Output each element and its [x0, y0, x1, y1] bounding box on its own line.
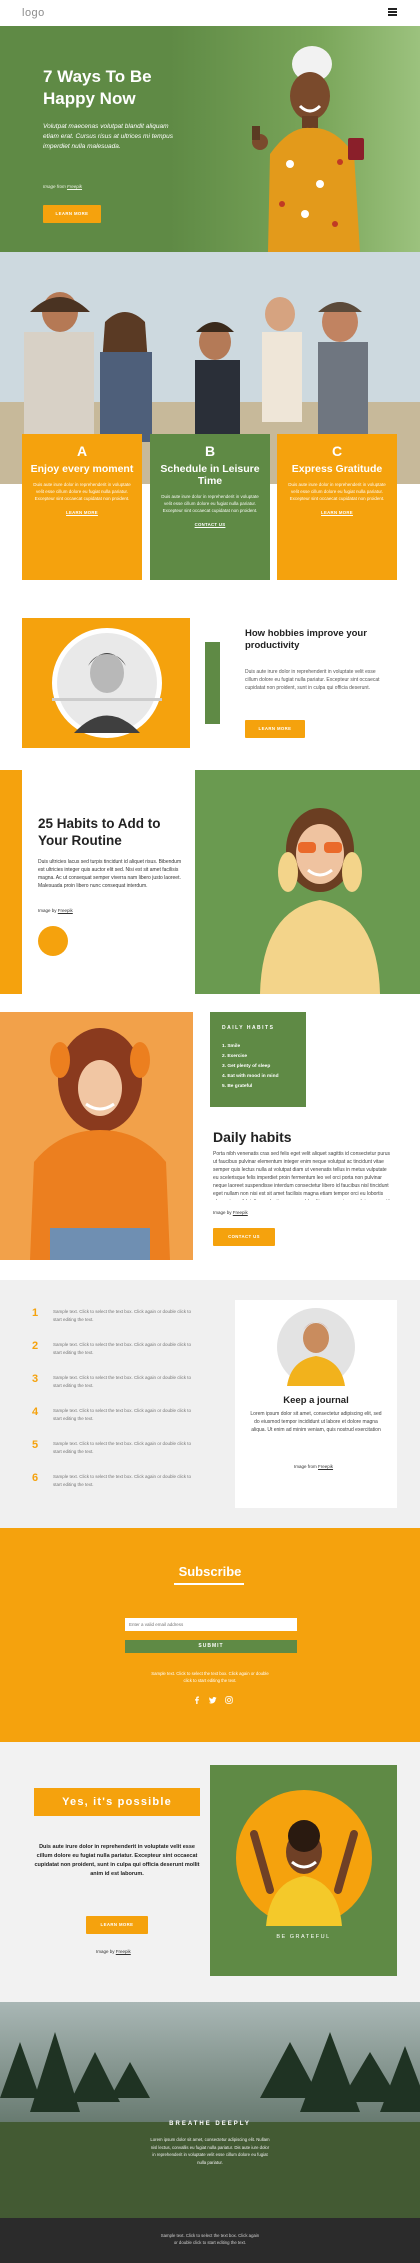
- journal-list-number: 3: [32, 1373, 39, 1385]
- card-link[interactable]: LEARN MORE: [22, 510, 142, 516]
- card-title: Enjoy every moment: [30, 462, 134, 475]
- possible-credit-prefix: Image by: [96, 1949, 116, 1954]
- subscribe-section: [0, 1528, 420, 1742]
- card-letter: B: [204, 443, 216, 459]
- journal-title: Keep a journal: [283, 1395, 349, 1406]
- daily-woman-image: [0, 1012, 193, 1260]
- card-text: Duis aute irure dolor in reprehenderit i…: [33, 481, 131, 501]
- submit-button[interactable]: SUBMIT: [125, 1640, 297, 1653]
- card-text: Duis aute irure dolor in reprehenderit i…: [288, 481, 386, 501]
- journal-list-text: Sample text. Click to select the text bo…: [53, 1408, 192, 1421]
- daily-credit: Image by Freepik: [213, 1210, 248, 1216]
- daily-contact-us-button[interactable]: CONTACT US: [213, 1228, 275, 1246]
- daily-item: 2. Exercise: [222, 1054, 248, 1059]
- hero-credit: Image from Freepik: [43, 184, 82, 190]
- journal-list-text: Sample text. Click to select the text bo…: [53, 1342, 192, 1355]
- habits25-orange-dot: [38, 926, 68, 956]
- hobbies-title: How hobbies improve your productivity: [245, 628, 367, 651]
- daily-item: 3. Get plenty of sleep: [222, 1064, 271, 1069]
- journal-list-number: 2: [32, 1340, 39, 1352]
- card-letter: C: [331, 443, 343, 459]
- hamburger-icon[interactable]: [388, 8, 397, 16]
- journal-credit: Image from Freepik: [294, 1464, 333, 1470]
- journal-list-number: 1: [32, 1307, 39, 1319]
- card-link[interactable]: LEARN MORE: [277, 510, 397, 516]
- subscribe-text: Sample text. Click to select the text bo…: [151, 1671, 269, 1683]
- daily-title: Daily habits: [213, 1129, 292, 1145]
- facebook-icon[interactable]: [193, 1696, 201, 1704]
- card-title: Schedule in Leisure Time: [160, 462, 260, 487]
- hero-credit-link[interactable]: Freepik: [67, 184, 82, 189]
- hero-learn-more-button[interactable]: LEARN MORE: [43, 205, 101, 223]
- journal-list-number: 6: [32, 1472, 39, 1484]
- daily-credit-link[interactable]: Freepik: [233, 1210, 248, 1215]
- subscribe-title: Subscribe: [178, 1564, 242, 1579]
- daily-item: 1. Smile: [222, 1044, 241, 1049]
- journal-list-text: Sample text. Click to select the text bo…: [53, 1375, 192, 1388]
- daily-items-list: 1. Smile 2. Exercise 3. Get plenty of slee…: [222, 1042, 302, 1092]
- card-letter: A: [76, 443, 88, 459]
- journal-list-text: Sample text. Click to select the text bo…: [53, 1441, 192, 1454]
- possible-learn-more-button[interactable]: LEARN MORE: [86, 1916, 148, 1934]
- possible-credit-link[interactable]: Freepik: [116, 1949, 131, 1954]
- daily-item: 4. Eat with mood in mind: [222, 1074, 279, 1079]
- breathe-title: BREATHE DEEPLY: [169, 2121, 251, 2127]
- journal-text: Lorem ipsum dolor sit amet, consectetur …: [250, 1411, 382, 1433]
- logo[interactable]: logo: [22, 6, 45, 21]
- habits25-credit: Image by Freepik: [38, 908, 73, 914]
- habits25-woman-image: [260, 808, 380, 994]
- card-c: C Express Gratitude Duis aute irure dolor …: [277, 434, 397, 580]
- daily-credit-prefix: Image by: [213, 1210, 233, 1215]
- hero-woman-image: [252, 46, 364, 252]
- hobbies-text: Duis aute irure dolor in reprehenderit i…: [245, 669, 380, 691]
- header: logo: [0, 0, 420, 26]
- daily-item: 5. Be grateful: [222, 1084, 253, 1089]
- card-link[interactable]: CONTACT US: [150, 522, 270, 528]
- footer-text: Sample text. Click to select the text bo…: [160, 2233, 260, 2245]
- habits25-credit-link[interactable]: Freepik: [58, 908, 73, 913]
- email-input[interactable]: [125, 1618, 297, 1631]
- instagram-icon[interactable]: [225, 1696, 233, 1704]
- card-a: A Enjoy every moment Duis aute irure dolor…: [22, 434, 142, 580]
- card-title: Express Gratitude: [291, 462, 383, 475]
- possible-credit: Image by Freepik: [96, 1949, 131, 1955]
- hero-text: Volutpat maecenas volutpat blandit aliqu…: [43, 123, 174, 150]
- page: logo 7 Ways To Be Happy Now Volutpat mae…: [0, 0, 420, 2263]
- possible-text: Duis aute irure dolor in reprehenderit i…: [34, 1844, 200, 1877]
- hobbies-learn-more-button[interactable]: LEARN MORE: [245, 720, 305, 738]
- journal-man-image: [277, 1308, 355, 1386]
- hobbies-man-image: [52, 628, 162, 738]
- breathe-text: Lorem ipsum dolor sit amet, consectetur …: [150, 2137, 270, 2165]
- journal-list-text: Sample text. Click to select the text bo…: [53, 1474, 192, 1487]
- hero-title: 7 Ways To Be Happy Now: [43, 67, 152, 108]
- possible-woman-image: [236, 1790, 372, 1926]
- hobbies-green-bar: [205, 642, 220, 724]
- daily-box-title: DAILY HABITS: [222, 1025, 275, 1031]
- journal-list-number: 5: [32, 1439, 39, 1451]
- hero-credit-prefix: Image from: [43, 184, 68, 189]
- card-b: B Schedule in Leisure Time Duis aute irure…: [150, 434, 270, 580]
- habits25-credit-prefix: Image by: [38, 908, 58, 913]
- twitter-icon[interactable]: [209, 1696, 217, 1704]
- forest-image: [0, 2002, 420, 2218]
- journal-credit-link[interactable]: Freepik: [318, 1464, 333, 1469]
- social-icons: [193, 1696, 233, 1704]
- daily-text: Porta nibh venenatis cras sed felis eget…: [213, 1151, 393, 1200]
- journal-list-number: 4: [32, 1406, 39, 1418]
- possible-grateful: BE GRATEFUL: [276, 1934, 331, 1940]
- habits-orange-strip: [0, 770, 22, 994]
- journal-list-text: Sample text. Click to select the text bo…: [53, 1309, 192, 1322]
- journal-credit-prefix: Image from: [294, 1464, 319, 1469]
- possible-badge: Yes, it's possible: [34, 1788, 200, 1816]
- habits25-title: 25 Habits to Add to Your Routine: [38, 816, 161, 848]
- card-text: Duis aute irure dolor in reprehenderit i…: [161, 493, 259, 513]
- subscribe-underline: [174, 1583, 244, 1585]
- daily-box: DAILY HABITS 1. Smile 2. Exercise 3. Get p…: [210, 1012, 306, 1107]
- habits25-text: Duis ultricies lacus sed turpis tincidun…: [38, 859, 182, 889]
